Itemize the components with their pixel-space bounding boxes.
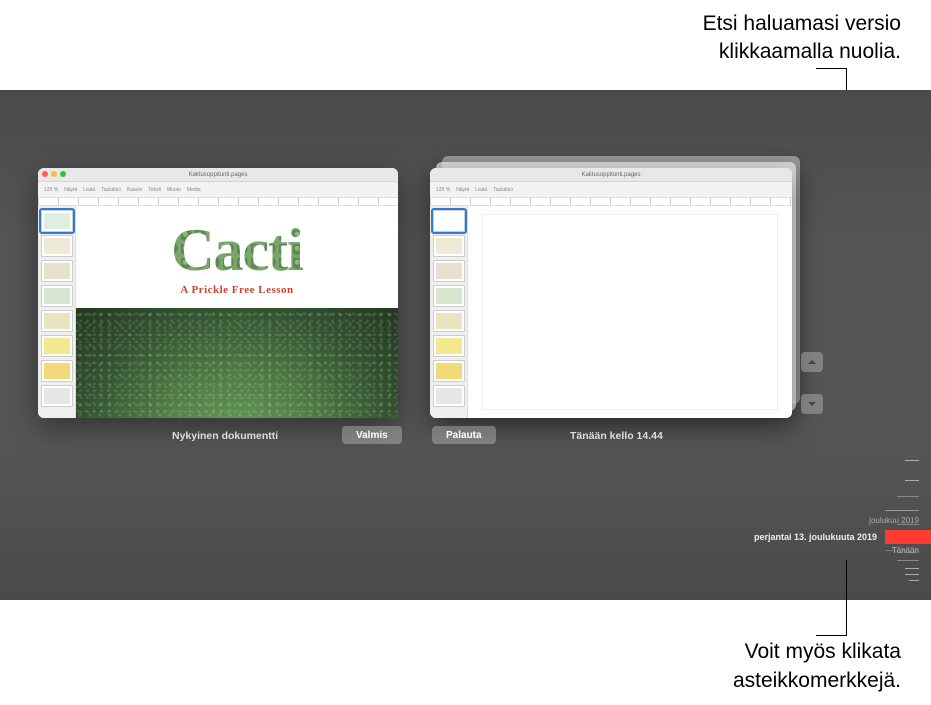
callout-text: asteikkomerkkejä. bbox=[733, 667, 901, 695]
page-thumbnail[interactable] bbox=[433, 360, 465, 382]
timeline-tick[interactable] bbox=[905, 460, 919, 461]
page-thumbnail[interactable] bbox=[41, 285, 73, 307]
timeline-tick[interactable] bbox=[897, 560, 919, 561]
past-version-window: Kaktusoppitunti.pages 125 % Näytä Lisää … bbox=[430, 168, 792, 418]
page-thumbnail[interactable] bbox=[433, 260, 465, 282]
blank-page bbox=[482, 214, 778, 410]
page-thumbnails[interactable] bbox=[430, 206, 468, 418]
close-icon[interactable] bbox=[42, 171, 48, 177]
toolbar-item: Taulukko bbox=[493, 187, 513, 193]
ruler bbox=[430, 198, 792, 206]
window-titlebar: Kaktusoppitunti.pages bbox=[430, 168, 792, 182]
document-heading: Cacti bbox=[111, 216, 363, 286]
page-thumbnail[interactable] bbox=[41, 310, 73, 332]
callout-text: Voit myös klikata bbox=[733, 638, 901, 666]
toolbar-item[interactable]: Näytä bbox=[64, 187, 77, 193]
version-timestamp-label: Tänään kello 14.44 bbox=[570, 430, 663, 442]
traffic-lights[interactable] bbox=[42, 171, 66, 177]
ruler bbox=[38, 198, 398, 206]
toolbar-item[interactable]: Taulukko bbox=[101, 187, 121, 193]
window-titlebar: Kaktusoppitunti.pages bbox=[38, 168, 398, 182]
callout-text: Etsi haluamasi versio bbox=[703, 10, 901, 38]
previous-version-button[interactable] bbox=[801, 352, 823, 372]
timeline-tick[interactable] bbox=[905, 574, 919, 575]
toolbar-item[interactable]: Media bbox=[187, 187, 201, 193]
toolbar-item[interactable]: Teksti bbox=[148, 187, 161, 193]
callout-text: klikkaamalla nuolia. bbox=[703, 38, 901, 66]
window-title: Kaktusoppitunti.pages bbox=[581, 172, 640, 178]
document-canvas[interactable] bbox=[468, 206, 792, 418]
chevron-up-icon bbox=[807, 357, 817, 367]
callout-arrows: Etsi haluamasi versio klikkaamalla nuoli… bbox=[703, 10, 901, 67]
current-document-window: Kaktusoppitunti.pages 125 % Näytä Lisää … bbox=[38, 168, 398, 418]
page-thumbnail[interactable] bbox=[433, 310, 465, 332]
timeline-selected-label: perjantai 13. joulukuuta 2019 bbox=[754, 532, 877, 542]
zoom-icon[interactable] bbox=[60, 171, 66, 177]
page-thumbnail[interactable] bbox=[41, 235, 73, 257]
page-thumbnail[interactable] bbox=[41, 260, 73, 282]
page-thumbnail[interactable] bbox=[433, 235, 465, 257]
page-thumbnail[interactable] bbox=[433, 385, 465, 407]
restore-button[interactable]: Palauta bbox=[432, 426, 496, 444]
callout-leader-line bbox=[846, 560, 847, 636]
version-timeline[interactable]: joulukuu 2019 perjantai 13. joulukuuta 2… bbox=[811, 390, 931, 590]
versions-stage: Kaktusoppitunti.pages 125 % Näytä Lisää … bbox=[0, 90, 931, 600]
page-thumbnail[interactable] bbox=[433, 210, 465, 232]
toolbar-zoom[interactable]: 125 % bbox=[44, 187, 58, 193]
toolbar-item: Näytä bbox=[456, 187, 469, 193]
toolbar-item[interactable]: Kaavio bbox=[127, 187, 142, 193]
timeline-tick[interactable] bbox=[905, 480, 919, 481]
page-thumbnail[interactable] bbox=[41, 360, 73, 382]
done-button[interactable]: Valmis bbox=[342, 426, 402, 444]
current-document-label: Nykyinen dokumentti bbox=[172, 430, 278, 442]
callout-timeline: Voit myös klikata asteikkomerkkejä. bbox=[733, 638, 901, 695]
toolbar-item: Lisää bbox=[475, 187, 487, 193]
timeline-tick[interactable] bbox=[905, 568, 919, 569]
timeline-tick[interactable] bbox=[885, 550, 919, 551]
app-toolbar: 125 % Näytä Lisää Taulukko bbox=[430, 182, 792, 198]
app-toolbar: 125 % Näytä Lisää Taulukko Kaavio Teksti… bbox=[38, 182, 398, 198]
page-thumbnail[interactable] bbox=[433, 285, 465, 307]
page-thumbnail[interactable] bbox=[433, 335, 465, 357]
timeline-tick[interactable] bbox=[909, 580, 919, 581]
timeline-tick[interactable] bbox=[885, 510, 919, 511]
timeline-tick[interactable] bbox=[897, 496, 919, 497]
page-thumbnail[interactable] bbox=[41, 210, 73, 232]
toolbar-item[interactable]: Muoto bbox=[167, 187, 181, 193]
toolbar-item[interactable]: Lisää bbox=[83, 187, 95, 193]
toolbar-zoom: 125 % bbox=[436, 187, 450, 193]
page-thumbnail[interactable] bbox=[41, 335, 73, 357]
minimize-icon[interactable] bbox=[51, 171, 57, 177]
document-subheading: A Prickle Free Lesson bbox=[76, 284, 398, 296]
document-canvas[interactable]: Cacti A Prickle Free Lesson bbox=[76, 206, 398, 418]
page-thumbnail[interactable] bbox=[41, 385, 73, 407]
page-thumbnails[interactable] bbox=[38, 206, 76, 418]
window-title: Kaktusoppitunti.pages bbox=[188, 172, 247, 178]
timeline-tick[interactable] bbox=[897, 524, 919, 525]
timeline-selected-marker[interactable]: perjantai 13. joulukuuta 2019 bbox=[885, 530, 931, 544]
hero-image bbox=[76, 308, 398, 418]
